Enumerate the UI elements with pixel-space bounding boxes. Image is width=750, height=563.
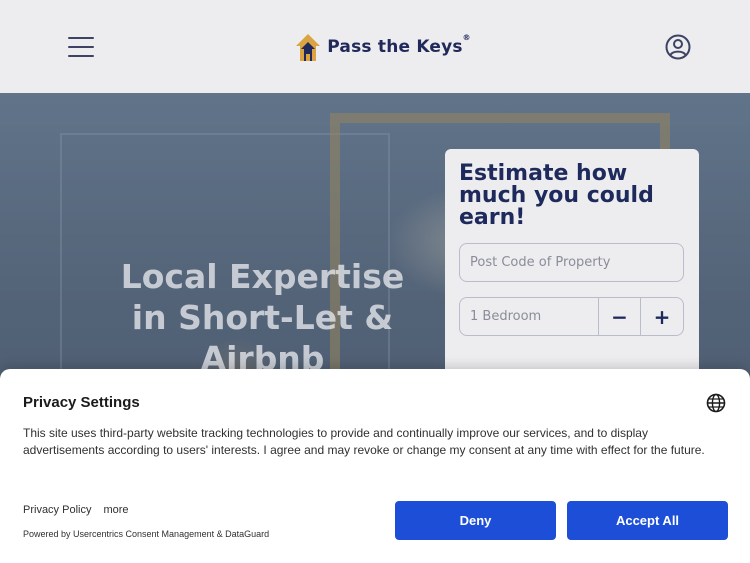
privacy-title: Privacy Settings: [23, 394, 140, 411]
postcode-input[interactable]: Post Code of Property: [459, 243, 684, 282]
estimate-card: Estimate how much you could earn! Post C…: [445, 149, 699, 389]
bedrooms-stepper: 1 Bedroom − +: [459, 297, 684, 336]
hero-title: Local Expertise in Short-Let & Airbnb: [120, 257, 405, 378]
accept-all-button[interactable]: Accept All: [567, 501, 728, 540]
deny-button[interactable]: Deny: [395, 501, 556, 540]
plus-button[interactable]: +: [641, 298, 683, 335]
privacy-links: Privacy Policy more: [23, 504, 129, 516]
privacy-policy-link[interactable]: Privacy Policy: [23, 504, 91, 516]
house-logo-icon: [296, 33, 321, 61]
minus-button[interactable]: −: [599, 298, 641, 335]
bedrooms-value[interactable]: 1 Bedroom: [460, 298, 599, 335]
estimate-title: Estimate how much you could earn!: [459, 161, 654, 230]
powered-by-text: Powered by Usercentrics Consent Manageme…: [23, 529, 270, 539]
hamburger-icon[interactable]: [68, 36, 94, 57]
more-link[interactable]: more: [103, 504, 128, 516]
logo[interactable]: Pass the Keys ®: [295, 32, 471, 62]
user-circle-icon[interactable]: [664, 33, 692, 61]
registered-mark: ®: [462, 32, 471, 42]
privacy-text: This site uses third-party website track…: [23, 426, 705, 457]
globe-icon[interactable]: [706, 393, 726, 413]
privacy-banner: Privacy Settings This site uses third-pa…: [0, 369, 750, 563]
site-header: Pass the Keys ®: [0, 0, 750, 93]
logo-text: Pass the Keys ®: [327, 32, 471, 57]
